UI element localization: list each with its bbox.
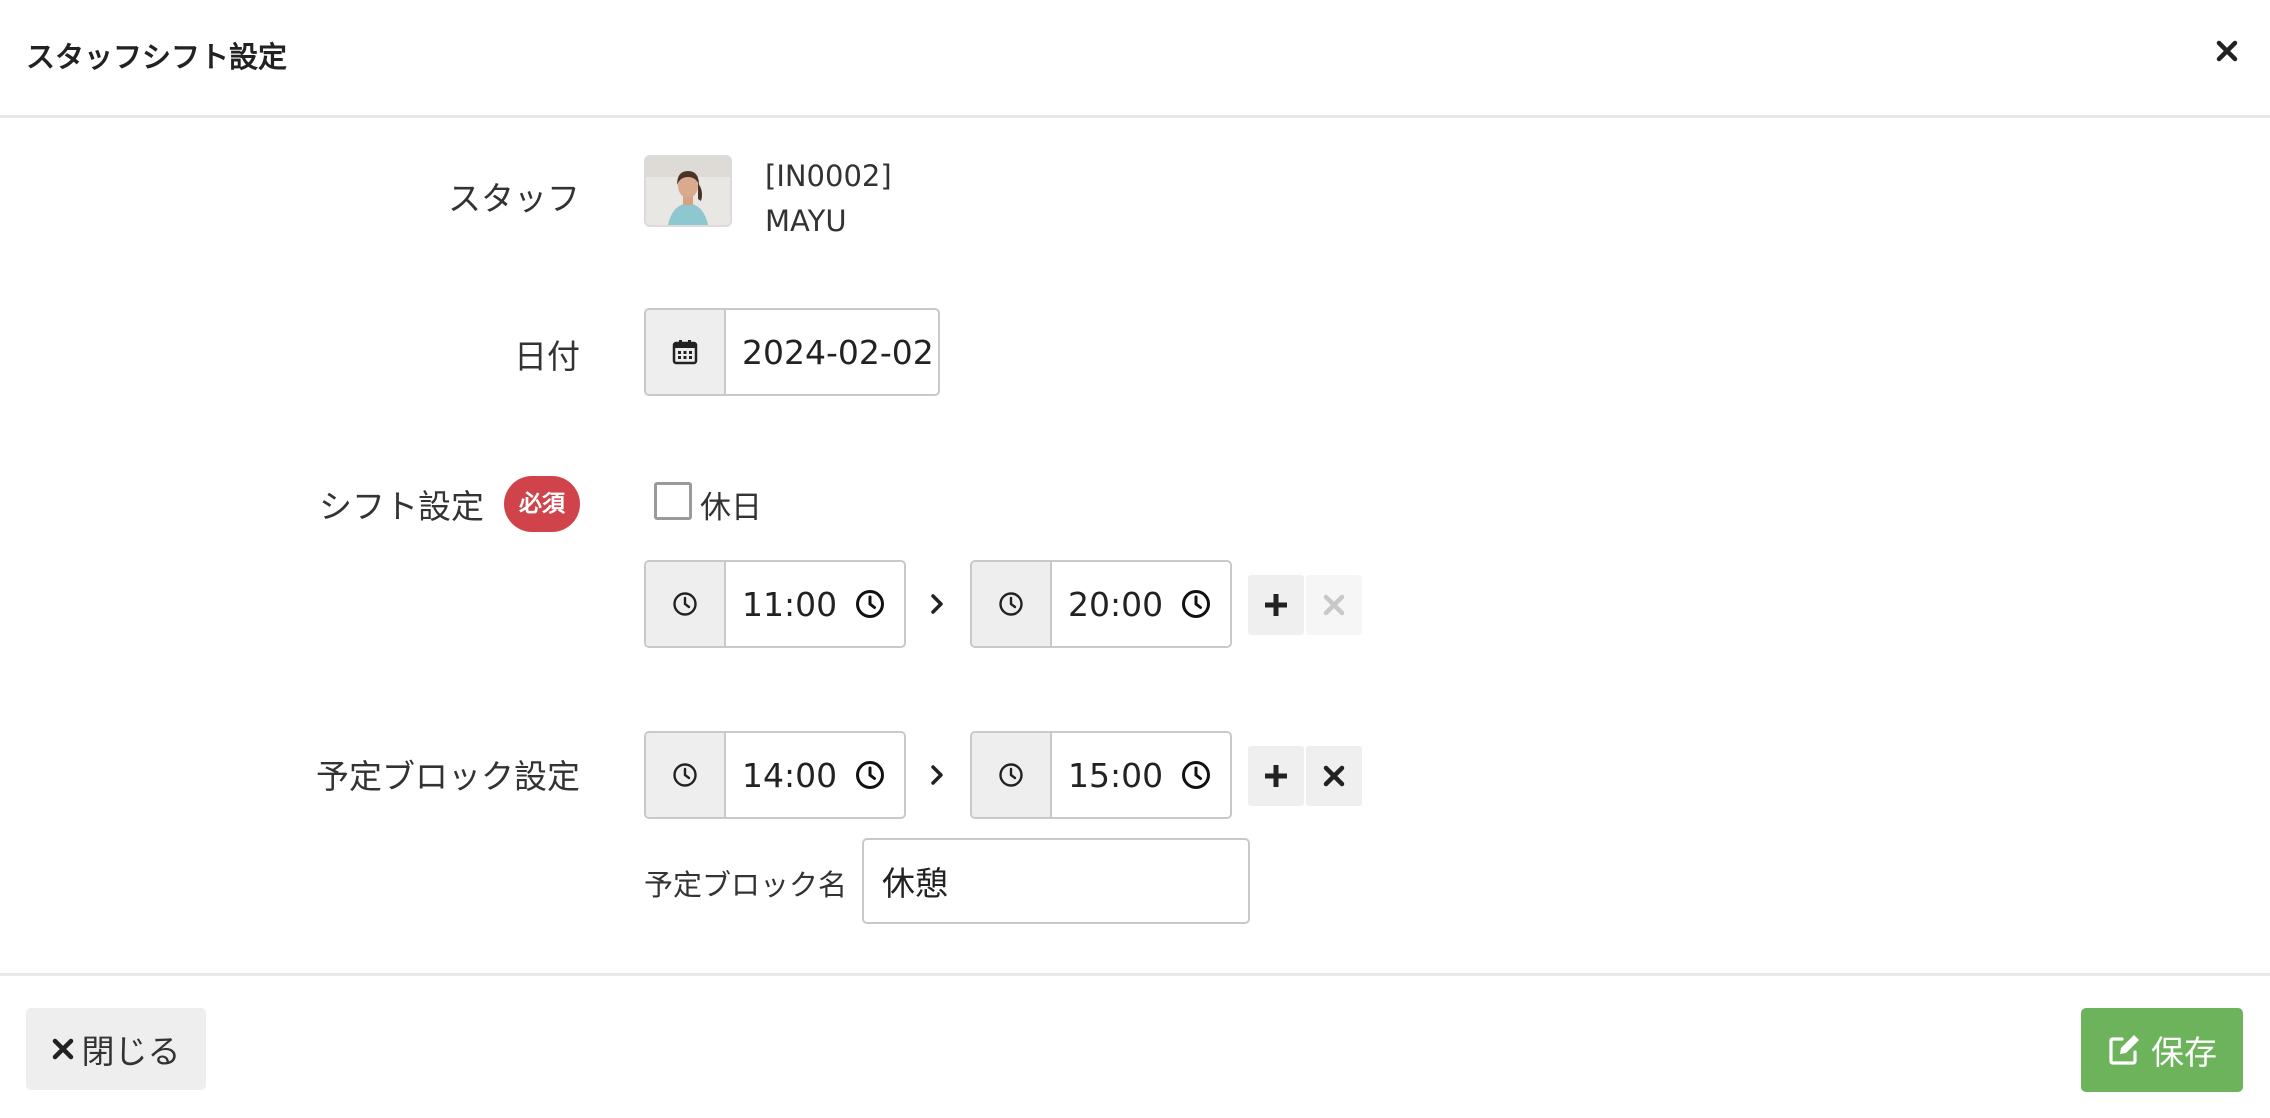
- close-icon: [1323, 594, 1345, 616]
- clock-icon[interactable]: [1181, 760, 1211, 790]
- shift-start-value: 11:00: [742, 584, 838, 624]
- block-end-time[interactable]: 15:00: [970, 731, 1232, 819]
- shift-start-addon[interactable]: [646, 562, 726, 646]
- close-icon: [2216, 40, 2238, 62]
- chevron-right-icon: [925, 763, 949, 787]
- staff-code: [IN0002]: [765, 159, 892, 193]
- shift-end-addon[interactable]: [972, 562, 1052, 646]
- date-input[interactable]: 2024-02-02: [726, 310, 938, 394]
- block-end-addon[interactable]: [972, 733, 1052, 817]
- chevron-right-icon: [925, 592, 949, 616]
- staff-photo: [646, 157, 730, 225]
- shift-start-time[interactable]: 11:00: [644, 560, 906, 648]
- clock-icon[interactable]: [855, 589, 885, 619]
- holiday-checkbox[interactable]: [654, 482, 692, 520]
- block-end-value: 15:00: [1068, 755, 1164, 795]
- clock-icon: [673, 592, 697, 616]
- block-end-field[interactable]: 15:00: [1052, 733, 1230, 817]
- required-badge: 必須: [504, 476, 580, 532]
- block-name-input[interactable]: 休憩: [862, 838, 1250, 924]
- close-button[interactable]: 閉じる: [26, 1008, 206, 1090]
- clock-icon: [999, 592, 1023, 616]
- calendar-icon: [672, 340, 698, 365]
- clock-icon: [673, 763, 697, 787]
- add-block-button[interactable]: [1248, 746, 1304, 806]
- close-button-label: 閉じる: [81, 1032, 181, 1071]
- clock-icon[interactable]: [855, 760, 885, 790]
- plus-icon: [1265, 594, 1287, 616]
- block-start-field[interactable]: 14:00: [726, 733, 904, 817]
- save-button-label: 保存: [2151, 1033, 2217, 1072]
- block-start-value: 14:00: [742, 755, 838, 795]
- clock-icon[interactable]: [1181, 589, 1211, 619]
- holiday-label[interactable]: 休日: [700, 482, 762, 527]
- close-icon: [1323, 765, 1345, 787]
- block-name-label: 予定ブロック名: [644, 868, 848, 902]
- modal-header: スタッフシフト設定: [0, 0, 2270, 118]
- staff-label: スタッフ: [448, 179, 580, 218]
- modal-title: スタッフシフト設定: [26, 40, 288, 74]
- shift-start-field[interactable]: 11:00: [726, 562, 904, 646]
- date-label: 日付: [514, 337, 580, 376]
- block-start-addon[interactable]: [646, 733, 726, 817]
- save-button[interactable]: 保存: [2081, 1008, 2243, 1092]
- shift-label: シフト設定 必須: [319, 476, 580, 532]
- plus-icon: [1265, 765, 1287, 787]
- date-picker[interactable]: 2024-02-02: [644, 308, 940, 396]
- shift-label-text: シフト設定: [319, 487, 484, 526]
- modal-close-button[interactable]: [2210, 34, 2244, 68]
- modal-footer: [0, 973, 2270, 1118]
- block-start-time[interactable]: 14:00: [644, 731, 906, 819]
- remove-block-button[interactable]: [1306, 746, 1362, 806]
- remove-shift-button[interactable]: [1306, 575, 1362, 635]
- close-icon: [52, 1038, 73, 1060]
- shift-end-time[interactable]: 20:00: [970, 560, 1232, 648]
- block-label: 予定ブロック設定: [316, 757, 580, 796]
- date-addon[interactable]: [646, 310, 726, 394]
- shift-end-field[interactable]: 20:00: [1052, 562, 1230, 646]
- staff-name: MAYU: [765, 204, 847, 238]
- edit-icon: [2109, 1035, 2139, 1065]
- shift-end-value: 20:00: [1068, 584, 1164, 624]
- clock-icon: [999, 763, 1023, 787]
- add-shift-button[interactable]: [1248, 575, 1304, 635]
- avatar: [644, 155, 732, 227]
